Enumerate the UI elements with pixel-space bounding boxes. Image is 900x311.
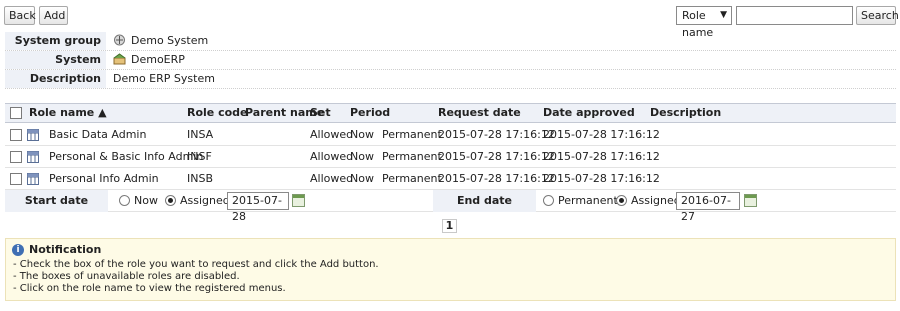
role-code: INSF xyxy=(187,150,212,163)
info-icon: i xyxy=(12,244,24,256)
system-label: System xyxy=(5,51,106,69)
role-name-link[interactable]: Basic Data Admin xyxy=(49,124,146,146)
request-date: 2015-07-28 17:16:12 xyxy=(438,128,555,141)
role-icon xyxy=(27,129,39,141)
col-request-date: Request date xyxy=(438,106,521,119)
notification-line: - The boxes of unavailable roles are dis… xyxy=(13,271,240,282)
table-row: Personal & Basic Info Admin INSF Allowed… xyxy=(5,146,896,168)
add-button[interactable]: Add xyxy=(39,6,68,25)
period-end: Permanent xyxy=(382,128,442,141)
request-date: 2015-07-28 17:16:12 xyxy=(438,172,555,185)
system-value: DemoERP xyxy=(131,53,185,66)
end-assigned-label[interactable]: Assigned xyxy=(631,190,681,212)
start-assigned-radio[interactable] xyxy=(165,195,176,206)
start-assigned-label[interactable]: Assigned xyxy=(180,190,230,212)
period-start: Now xyxy=(350,172,374,185)
system-group-row: System group Demo System xyxy=(5,32,896,51)
col-role-name[interactable]: Role name ▲ xyxy=(29,104,107,122)
description-row: Description Demo ERP System xyxy=(5,70,896,89)
col-description: Description xyxy=(650,106,722,119)
search-field-select[interactable]: Role name ▼ xyxy=(676,6,732,39)
description-label: Description xyxy=(5,70,106,88)
period-start: Now xyxy=(350,128,374,141)
set-value: Allowed xyxy=(310,172,354,185)
search-button[interactable]: Search xyxy=(856,6,899,25)
notification-line: - Click on the role name to view the reg… xyxy=(13,283,286,294)
end-assigned-radio[interactable] xyxy=(616,195,627,206)
notification-line: - Check the box of the role you want to … xyxy=(13,259,379,270)
row-checkbox[interactable] xyxy=(10,129,22,141)
start-date-label: Start date xyxy=(5,190,108,212)
roles-table-header: Role name ▲ Role code Parent name Set Pe… xyxy=(5,103,896,123)
start-now-radio[interactable] xyxy=(119,195,130,206)
role-name-link[interactable]: Personal & Basic Info Admin xyxy=(49,146,203,168)
notification-title: Notification xyxy=(29,243,102,256)
date-approved: 2015-07-28 17:16:12 xyxy=(543,172,660,185)
chevron-down-icon: ▼ xyxy=(720,10,727,20)
description-value: Demo ERP System xyxy=(113,72,215,85)
row-checkbox[interactable] xyxy=(10,151,22,163)
system-icon xyxy=(113,53,126,65)
table-row: Basic Data Admin INSA Allowed Now Perman… xyxy=(5,124,896,146)
search-input[interactable] xyxy=(736,6,853,25)
system-group-icon xyxy=(114,34,125,46)
date-approved: 2015-07-28 17:16:12 xyxy=(543,128,660,141)
end-permanent-label[interactable]: Permanent xyxy=(558,190,618,212)
col-set: Set xyxy=(310,106,331,119)
page-number-current[interactable]: 1 xyxy=(442,219,457,233)
set-value: Allowed xyxy=(310,128,354,141)
period-end: Permanent xyxy=(382,172,442,185)
role-name-link[interactable]: Personal Info Admin xyxy=(49,168,159,190)
row-checkbox[interactable] xyxy=(10,173,22,185)
date-approved: 2015-07-28 17:16:12 xyxy=(543,150,660,163)
end-date-input[interactable]: 2016-07-27 xyxy=(676,192,740,223)
role-icon xyxy=(27,151,39,163)
select-all-checkbox[interactable] xyxy=(10,107,22,119)
end-date-label: End date xyxy=(433,190,536,212)
set-value: Allowed xyxy=(310,150,354,163)
start-now-label[interactable]: Now xyxy=(134,190,158,212)
system-group-value: Demo System xyxy=(131,34,209,47)
role-code: INSB xyxy=(187,172,214,185)
role-icon xyxy=(27,173,39,185)
date-selection-row: Start date Now Assigned 2015-07-28 End d… xyxy=(5,190,896,223)
back-button[interactable]: Back xyxy=(4,6,36,25)
table-row: Personal Info Admin INSB Allowed Now Per… xyxy=(5,168,896,190)
col-role-code: Role code xyxy=(187,106,248,119)
calendar-icon[interactable] xyxy=(292,194,305,207)
period-start: Now xyxy=(350,150,374,163)
start-date-input[interactable]: 2015-07-28 xyxy=(227,192,289,223)
role-code: INSA xyxy=(187,128,214,141)
end-permanent-radio[interactable] xyxy=(543,195,554,206)
calendar-icon[interactable] xyxy=(744,194,757,207)
request-date: 2015-07-28 17:16:12 xyxy=(438,150,555,163)
period-end: Permanent xyxy=(382,150,442,163)
system-group-label: System group xyxy=(5,32,106,50)
system-row: System DemoERP xyxy=(5,51,896,70)
col-date-approved: Date approved xyxy=(543,106,635,119)
notification-box: i Notification - Check the box of the ro… xyxy=(5,238,896,301)
col-period: Period xyxy=(350,106,391,119)
